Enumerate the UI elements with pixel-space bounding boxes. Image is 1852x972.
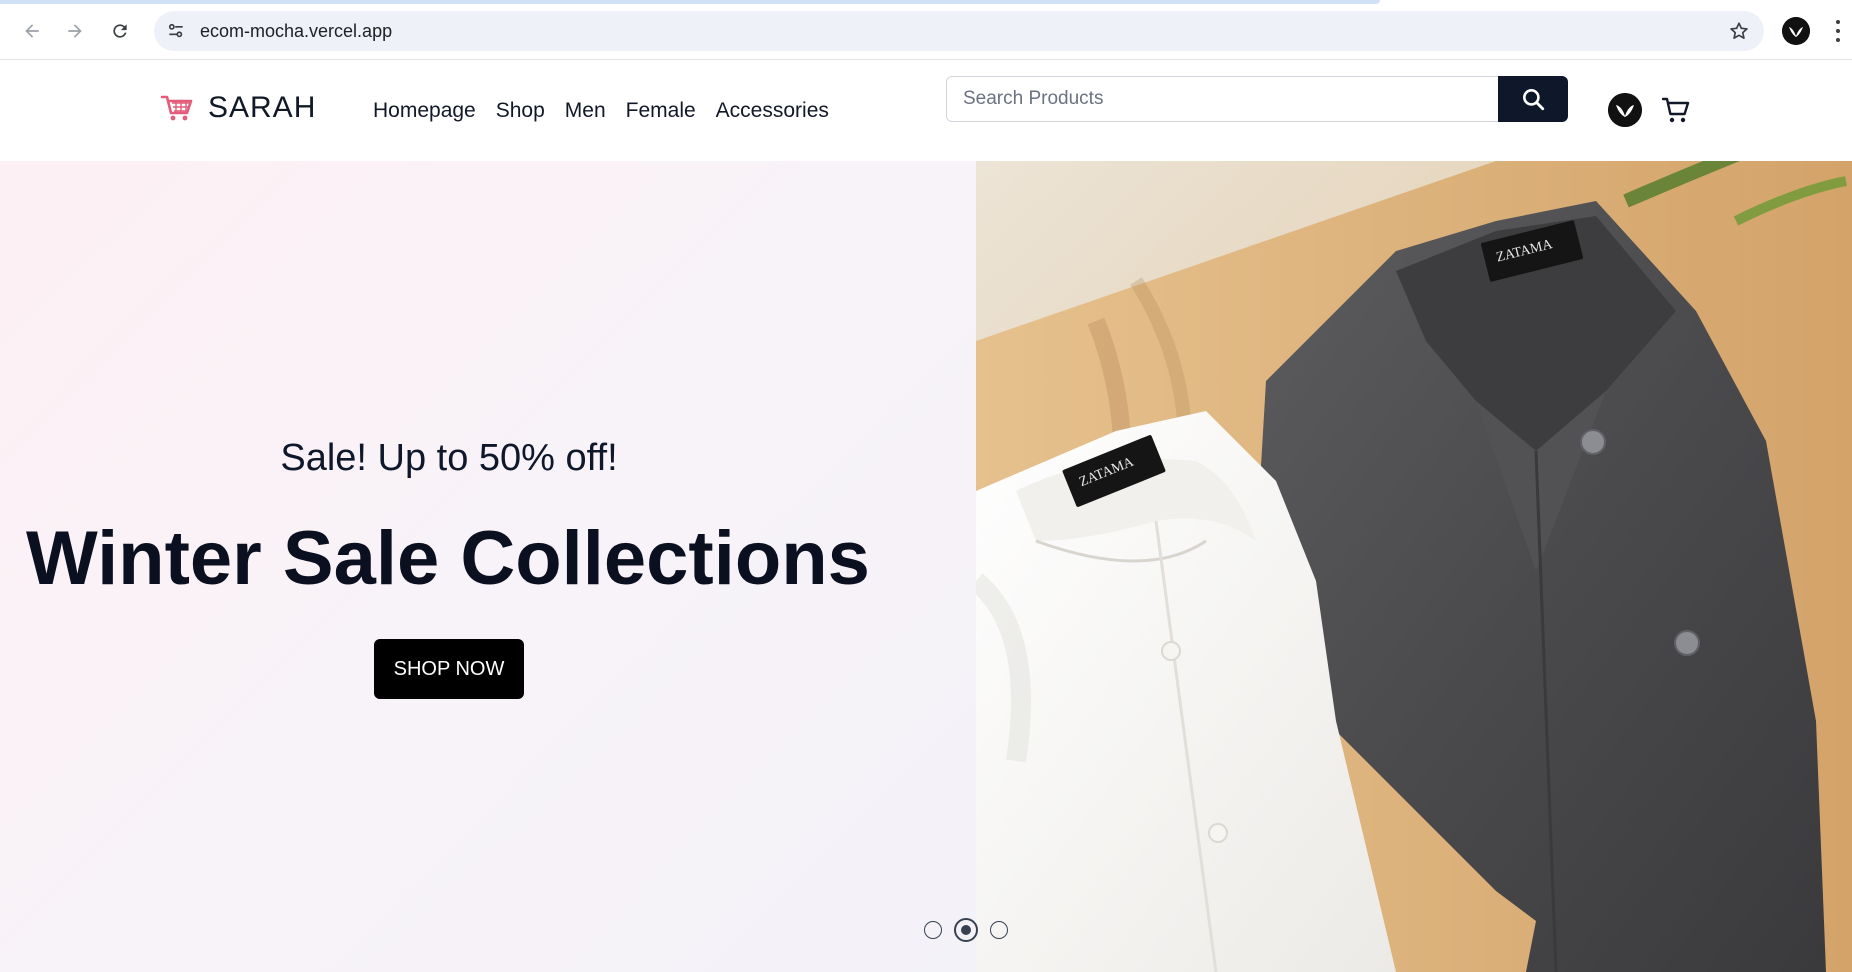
shirts-illustration: ZATAMA ZATAMA xyxy=(976,161,1852,972)
user-avatar-icon[interactable] xyxy=(1608,93,1642,127)
nav-men[interactable]: Men xyxy=(565,99,606,123)
browser-toolbar: ecom-mocha.vercel.app xyxy=(0,0,1852,60)
search-icon xyxy=(1523,89,1545,111)
back-icon xyxy=(25,24,39,38)
forward-button[interactable] xyxy=(59,15,91,47)
search-input[interactable] xyxy=(946,76,1498,122)
shop-now-button[interactable]: SHOP NOW xyxy=(374,639,524,699)
nav-accessories[interactable]: Accessories xyxy=(716,99,829,123)
hero-kicker: Sale! Up to 50% off! xyxy=(280,437,618,479)
reload-button[interactable] xyxy=(104,15,136,47)
hero-title: Winter Sale Collections xyxy=(26,516,870,601)
cart-icon[interactable] xyxy=(1660,94,1692,126)
site-header: SARAH Homepage Shop Men Female Accessori… xyxy=(0,61,1852,161)
hero-image: ZATAMA ZATAMA xyxy=(976,161,1852,972)
url-text[interactable]: ecom-mocha.vercel.app xyxy=(200,21,392,42)
cart-logo-icon xyxy=(160,95,193,121)
address-bar[interactable]: ecom-mocha.vercel.app xyxy=(154,11,1764,51)
site-info-icon xyxy=(168,23,183,38)
hero-carousel: Sale! Up to 50% off! Winter Sale Collect… xyxy=(0,161,1852,972)
hero-text-panel: Sale! Up to 50% off! Winter Sale Collect… xyxy=(0,161,976,972)
nav-shop[interactable]: Shop xyxy=(496,99,545,123)
bookmark-star-icon[interactable] xyxy=(1728,20,1750,42)
nav-female[interactable]: Female xyxy=(626,99,696,123)
site-info-button[interactable] xyxy=(164,19,188,43)
brand-name: SARAH xyxy=(208,91,317,124)
back-button[interactable] xyxy=(16,15,48,47)
more-menu-icon[interactable] xyxy=(1834,18,1842,44)
brand-logo[interactable]: SARAH xyxy=(160,91,316,125)
carousel-dot-2[interactable] xyxy=(954,918,978,942)
forward-icon xyxy=(68,24,82,38)
carousel-indicators xyxy=(924,918,1024,942)
page-load-bar xyxy=(0,0,1380,4)
carousel-dot-1[interactable] xyxy=(924,921,942,939)
main-nav: Homepage Shop Men Female Accessories xyxy=(373,99,849,123)
search-button[interactable] xyxy=(1498,76,1568,122)
search-bar xyxy=(946,76,1568,122)
reload-icon xyxy=(113,24,127,38)
profile-avatar-icon[interactable] xyxy=(1782,17,1810,45)
nav-homepage[interactable]: Homepage xyxy=(373,99,476,123)
carousel-dot-3[interactable] xyxy=(990,921,1008,939)
